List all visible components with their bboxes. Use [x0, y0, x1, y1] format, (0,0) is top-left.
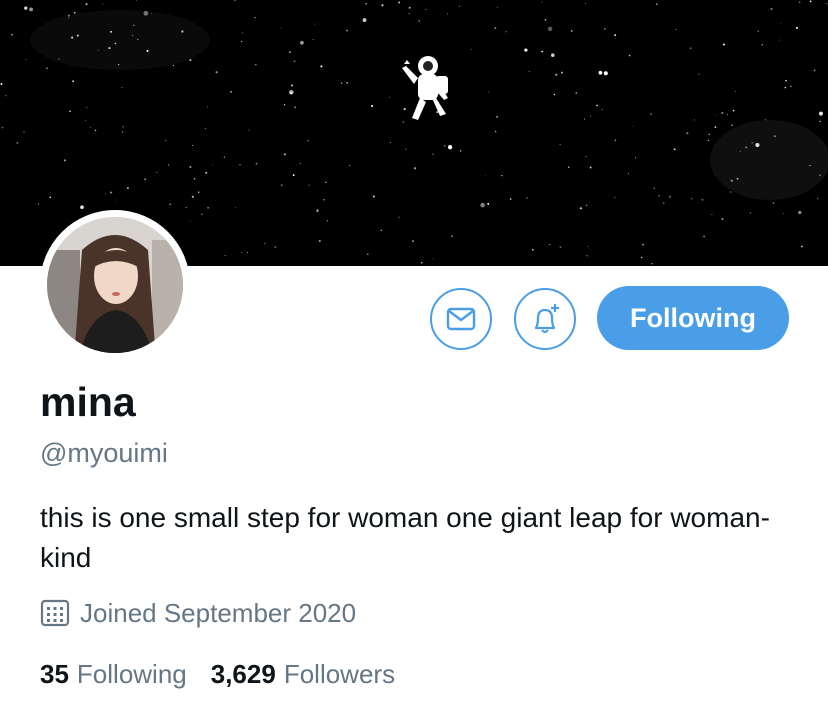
calendar-icon: [40, 599, 70, 627]
followers-count-link[interactable]: 3,629 Followers: [211, 656, 395, 692]
following-count-link[interactable]: 35 Following: [40, 656, 187, 692]
following-label: Following: [76, 659, 187, 689]
joined-date-text: Joined September 2020: [80, 597, 357, 628]
followers-label: Followers: [283, 659, 396, 689]
notifications-button[interactable]: [514, 288, 576, 350]
envelope-icon: [446, 307, 476, 331]
following-button-label: Following: [630, 302, 756, 333]
username-handle: @myouimi: [40, 438, 168, 468]
bell-plus-icon: [534, 304, 559, 334]
display-name: mina: [40, 379, 136, 425]
follow-stats: 35 Following 3,629 Followers: [40, 656, 395, 692]
profile-bio: this is one small step for woman one gia…: [40, 502, 770, 573]
joined-date: Joined September 2020: [40, 595, 356, 631]
avatar[interactable]: [40, 210, 190, 360]
message-button[interactable]: [430, 288, 492, 350]
following-button[interactable]: Following: [597, 286, 789, 350]
following-count: 35: [40, 659, 69, 689]
avatar-photo: [40, 210, 190, 360]
followers-count: 3,629: [210, 659, 276, 689]
